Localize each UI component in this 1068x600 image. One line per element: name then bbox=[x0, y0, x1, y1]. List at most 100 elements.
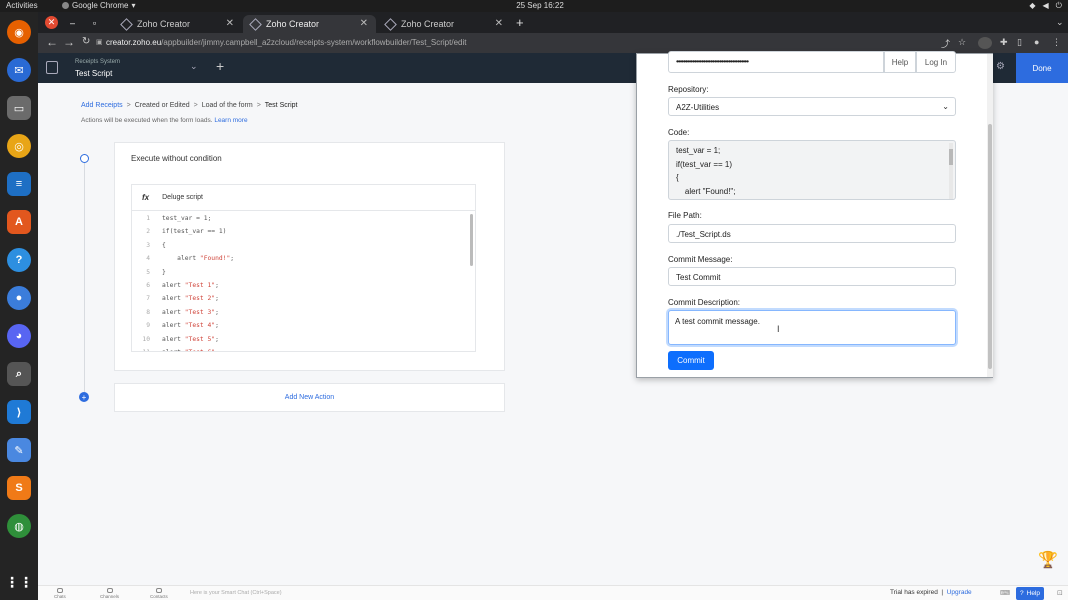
keyboard-icon[interactable]: ⌨ bbox=[1000, 589, 1010, 597]
chats-button[interactable]: Chats bbox=[54, 588, 66, 599]
commit-button[interactable]: Commit bbox=[668, 351, 714, 370]
commit-message-input[interactable]: Test Commit bbox=[668, 267, 956, 286]
dock: ◉ ✉ ▭ ◎ ≡ A ? ● ◕ ⌕ ⟩ ✎ S ◍ ⋮⋮ bbox=[0, 12, 38, 600]
contacts-button[interactable]: Contacts bbox=[150, 588, 168, 599]
file-path-input[interactable]: ./Test_Script.ds bbox=[668, 224, 956, 243]
app-menu-label: Google Chrome bbox=[72, 1, 129, 10]
discord-icon[interactable]: ◕ bbox=[7, 324, 31, 348]
channels-button[interactable]: Channels bbox=[100, 588, 119, 599]
back-icon[interactable]: ← bbox=[46, 35, 58, 49]
extension-git-icon[interactable] bbox=[978, 37, 992, 49]
tab-zoho-creator-3[interactable]: Zoho Creator ✕ bbox=[378, 15, 511, 33]
add-icon[interactable]: + bbox=[216, 58, 224, 74]
line-number: 10 bbox=[142, 335, 150, 343]
clock[interactable]: 25 Sep 16:22 bbox=[500, 1, 580, 10]
smart-chat-input[interactable]: Here is your Smart Chat (Ctrl+Space) bbox=[190, 590, 282, 596]
expand-icon[interactable]: ⊡ bbox=[1057, 589, 1063, 597]
breadcrumb-current: Test Script bbox=[264, 102, 298, 109]
share-icon[interactable]: ⤴ bbox=[941, 37, 950, 50]
code-textarea-scrollbar[interactable] bbox=[949, 143, 953, 199]
forward-icon[interactable]: → bbox=[63, 35, 75, 49]
learn-more-link[interactable]: Learn more bbox=[214, 117, 247, 124]
tab-zoho-creator-1[interactable]: Zoho Creator ✕ bbox=[114, 15, 242, 33]
network-icon: ◆ bbox=[1029, 1, 1036, 10]
trial-status: Trial has expired | Upgrade bbox=[890, 589, 972, 596]
side-panel-icon[interactable]: ▯ bbox=[1017, 37, 1022, 48]
vscode-icon[interactable]: ⟩ bbox=[7, 400, 31, 424]
code-textarea[interactable]: test_var = 1; if(test_var == 1) { alert "F… bbox=[668, 140, 956, 200]
tab-search-icon[interactable]: ⌄ bbox=[1056, 17, 1064, 28]
help-label: Help bbox=[1026, 590, 1040, 597]
tab-zoho-creator-2[interactable]: Zoho Creator ✕ bbox=[243, 15, 376, 33]
contact-icon bbox=[155, 588, 162, 593]
deluge-script-card[interactable]: fx Deluge script 1 test_var = 1; 2 if(test_… bbox=[131, 184, 476, 352]
line-number: 8 bbox=[146, 308, 150, 316]
sublime-icon[interactable]: S bbox=[7, 476, 31, 500]
close-tab-icon[interactable]: ✕ bbox=[495, 18, 503, 29]
workflow-note: Actions will be executed when the form l… bbox=[81, 117, 248, 124]
restore-window-icon[interactable]: ▫ bbox=[88, 16, 101, 29]
tab-label: Zoho Creator bbox=[401, 19, 455, 29]
close-tab-icon[interactable]: ✕ bbox=[360, 18, 368, 29]
files-icon[interactable]: ▭ bbox=[7, 96, 31, 120]
code-line: alert "Found!"; bbox=[162, 255, 235, 263]
popup-scrollbar[interactable] bbox=[987, 54, 993, 377]
rhythmbox-icon[interactable]: ◎ bbox=[7, 134, 31, 158]
zoho-favicon-icon bbox=[120, 17, 133, 31]
browser-menu-icon[interactable]: ⋮ bbox=[1052, 37, 1061, 48]
url-field[interactable]: creator.zoho.eu/appbuilder/jimmy.campbel… bbox=[106, 38, 466, 47]
commit-message-label: Commit Message: bbox=[668, 255, 733, 264]
chevron-down-icon: ⌄ bbox=[942, 102, 949, 111]
url-host: creator.zoho.eu bbox=[106, 38, 162, 47]
text-cursor-icon: I bbox=[777, 324, 780, 334]
system-tray[interactable]: ◆ ◀ ⏻ bbox=[1029, 1, 1062, 11]
trophy-icon[interactable]: 🏆 bbox=[1038, 550, 1058, 572]
chrome-icon[interactable]: ● bbox=[7, 286, 31, 310]
timeline-line bbox=[84, 163, 85, 398]
script-title: Deluge script bbox=[162, 194, 203, 201]
password-input[interactable]: •••••••••••••••••••••••••••••••••••••••• bbox=[668, 51, 884, 73]
code-line: if(test_var == 1) bbox=[676, 159, 733, 169]
software-icon[interactable]: A bbox=[7, 210, 31, 234]
breadcrumb-item[interactable]: Add Receipts bbox=[81, 102, 123, 109]
profile-avatar-icon[interactable]: ● bbox=[1034, 37, 1039, 47]
firefox-icon[interactable]: ◉ bbox=[7, 20, 31, 44]
app-grid-icon[interactable]: ⋮⋮ bbox=[5, 570, 33, 594]
done-button[interactable]: Done bbox=[1016, 53, 1068, 83]
upgrade-link[interactable]: Upgrade bbox=[947, 589, 972, 596]
app-menu[interactable]: Google Chrome ▾ bbox=[62, 1, 136, 10]
thunderbird-icon[interactable]: ✉ bbox=[7, 58, 31, 82]
bookmark-star-icon[interactable]: ☆ bbox=[958, 37, 966, 48]
add-new-action-button[interactable]: Add New Action bbox=[114, 383, 505, 412]
code-line: { bbox=[676, 173, 679, 182]
code-editor[interactable]: 1 test_var = 1; 2 if(test_var == 1) 3 {4 aler… bbox=[132, 212, 475, 351]
extensions-puzzle-icon[interactable]: ✚ bbox=[1000, 37, 1008, 48]
activities-button[interactable]: Activities bbox=[6, 1, 38, 10]
breadcrumb-item: Created or Edited bbox=[134, 102, 190, 109]
text-editor-icon[interactable]: ✎ bbox=[7, 438, 31, 462]
help-icon[interactable]: ? bbox=[7, 248, 31, 272]
chevron-down-icon[interactable]: ⌄ bbox=[190, 61, 198, 72]
commit-description-textarea[interactable]: A test commit message. bbox=[668, 310, 956, 345]
gear-icon[interactable]: ⚙ bbox=[996, 61, 1005, 72]
code-line: alert "Test 3"; bbox=[162, 308, 219, 316]
code-scrollbar[interactable] bbox=[470, 214, 473, 266]
reload-icon[interactable]: ↻ bbox=[82, 36, 90, 47]
breadcrumb: Add Receipts > Created or Edited > Load of t… bbox=[81, 102, 298, 109]
repository-select[interactable]: A2Z-Utilities ⌄ bbox=[668, 97, 956, 116]
globe-icon[interactable]: ◍ bbox=[7, 514, 31, 538]
add-action-plus-icon[interactable]: + bbox=[79, 392, 89, 402]
help-button[interactable]: ? Help bbox=[1016, 587, 1044, 600]
close-tab-icon[interactable]: ✕ bbox=[226, 18, 234, 29]
popup-scrollbar-thumb[interactable] bbox=[988, 124, 992, 369]
sidebar-toggle-icon[interactable] bbox=[46, 61, 58, 74]
login-button[interactable]: Log In bbox=[916, 51, 956, 73]
new-tab-icon[interactable]: + bbox=[516, 15, 524, 30]
search-icon[interactable]: ⌕ bbox=[7, 362, 31, 386]
help-button[interactable]: Help bbox=[884, 51, 916, 73]
line-number: 4 bbox=[146, 255, 150, 263]
writer-icon[interactable]: ≡ bbox=[7, 172, 31, 196]
lock-icon[interactable]: ▣ bbox=[96, 38, 103, 46]
minimize-window-icon[interactable]: – bbox=[66, 16, 79, 29]
close-window-icon[interactable]: ✕ bbox=[45, 16, 58, 29]
